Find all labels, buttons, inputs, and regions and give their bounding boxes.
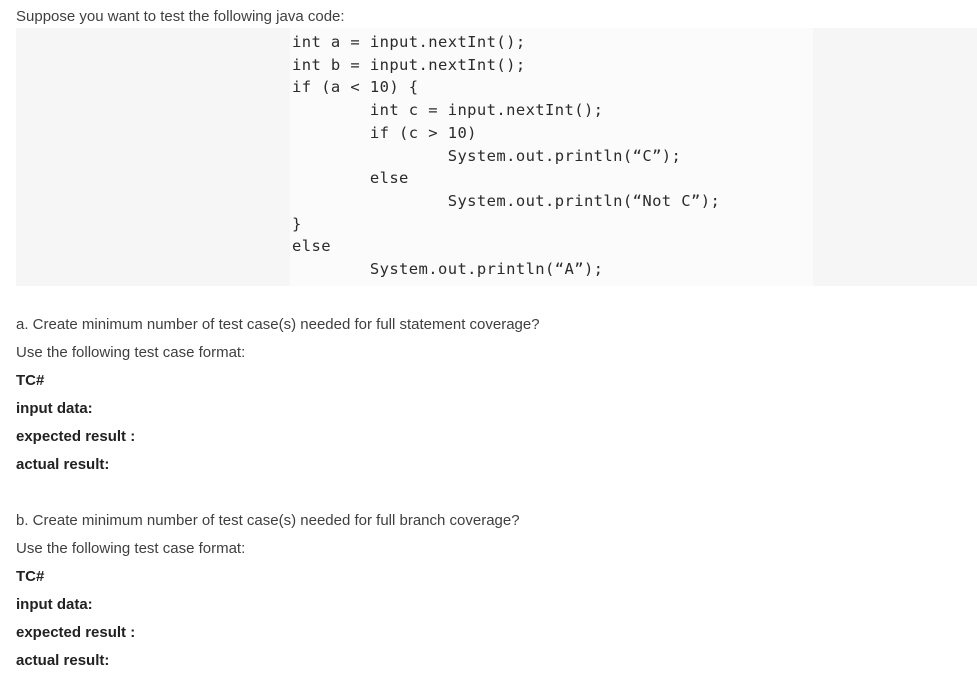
question-page: Suppose you want to test the following j… [0, 0, 977, 687]
question-a-field-tc: TC# [16, 372, 45, 389]
intro-text: Suppose you want to test the following j… [16, 8, 345, 25]
question-a-format-intro: Use the following test case format: [16, 344, 246, 361]
code-block-left-gutter [16, 28, 290, 286]
question-a-field-input-data: input data: [16, 400, 93, 417]
code-block-right-gutter [813, 28, 977, 286]
question-b-field-expected-result: expected result : [16, 624, 136, 641]
question-a-field-expected-result: expected result : [16, 428, 136, 445]
question-section-a: a. Create minimum number of test case(s)… [16, 311, 916, 479]
question-b-field-input-data: input data: [16, 596, 93, 613]
question-b-field-tc: TC# [16, 568, 45, 585]
question-a-field-actual-result: actual result: [16, 456, 110, 473]
java-source-code: int a = input.nextInt(); int b = input.n… [292, 33, 721, 279]
question-b-field-actual-result: actual result: [16, 652, 110, 669]
question-section-b: b. Create minimum number of test case(s)… [16, 507, 916, 675]
question-b-format-intro: Use the following test case format: [16, 540, 246, 557]
java-code-block: int a = input.nextInt(); int b = input.n… [0, 28, 977, 286]
question-a-prompt: a. Create minimum number of test case(s)… [16, 316, 540, 333]
question-b-prompt: b. Create minimum number of test case(s)… [16, 512, 520, 529]
